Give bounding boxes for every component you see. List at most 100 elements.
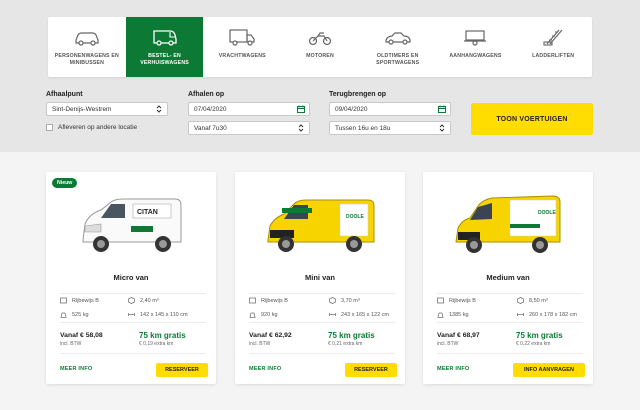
spec-volume: 2,40 m³	[128, 297, 159, 304]
category-trucks[interactable]: VRACHTWAGENS	[203, 17, 281, 77]
request-info-button[interactable]: INFO AANVRAGEN	[513, 363, 585, 377]
price: Vanaf € 58,08	[60, 332, 103, 339]
pickup-date-value: 07/04/2020	[194, 106, 227, 113]
pickup-location-label: Afhaalpunt	[46, 91, 83, 98]
spec-license-value: Rijbewijs B	[72, 297, 99, 304]
price: Vanaf € 62,92	[249, 332, 292, 339]
price: Vanaf € 68,97	[437, 332, 480, 339]
category-motorcycles[interactable]: MOTOREN	[281, 17, 359, 77]
price-note: incl. BTW	[437, 341, 459, 347]
car-icon	[75, 32, 99, 46]
truck-icon	[229, 29, 255, 46]
more-info-link[interactable]: MEER INFO	[437, 366, 469, 372]
pickup-location-value: Sint-Denijs-Westrem	[52, 106, 112, 113]
category-ladderlifts[interactable]: LADDERLIFTEN	[514, 17, 592, 77]
category-label: BESTEL- EN VERHUISWAGENS	[140, 53, 189, 66]
dimensions-icon	[517, 313, 524, 316]
category-vans[interactable]: BESTEL- EN VERHUISWAGENS	[125, 17, 204, 77]
motorcycle-icon	[308, 32, 332, 46]
reserve-button[interactable]: RESERVEER	[156, 363, 208, 377]
spec-dimensions-value: 243 x 165 x 122 cm	[341, 311, 390, 318]
spec-weight-value: 920 kg	[261, 311, 278, 318]
free-km: 75 km gratis	[516, 331, 563, 340]
price-note: incl. BTW	[60, 341, 82, 347]
pickup-date-field[interactable]: 07/04/2020	[188, 102, 310, 116]
van-icon	[152, 30, 177, 46]
ladderlift-icon	[543, 29, 563, 46]
spec-weight: 1385 kg	[437, 311, 469, 318]
spec-license: Rijbewijs B	[60, 297, 99, 304]
pickup-time-select[interactable]: Vanaf 7u30	[188, 121, 310, 135]
category-label: LADDERLIFTEN	[532, 53, 575, 59]
spec-volume-value: 3,70 m³	[341, 297, 360, 304]
more-info-link[interactable]: MEER INFO	[249, 366, 281, 372]
divider	[60, 353, 206, 354]
extra-km-price: € 0,19 extra km	[139, 341, 174, 347]
svg-text:CITAN: CITAN	[137, 209, 158, 216]
pickup-location-select[interactable]: Sint-Denijs-Westrem	[46, 102, 168, 116]
spec-dimensions-value: 260 x 178 x 182 cm	[529, 311, 578, 318]
vehicle-specs: Rijbewijs B 3,70 m³ 920 kg 243 x 165 x 1…	[249, 293, 395, 323]
vehicle-title: Mini van	[304, 273, 335, 282]
deliver-other-location-label: Afleveren op andere locatie	[58, 124, 138, 131]
category-label: OLDTIMERS EN SPORTWAGENS	[376, 53, 420, 66]
calendar-icon	[438, 105, 446, 113]
spec-weight: 920 kg	[249, 311, 278, 318]
extra-km-price: € 0,21 extra km	[328, 341, 363, 347]
spec-dimensions: 142 x 145 x 110 cm	[128, 311, 188, 318]
divider	[249, 353, 395, 354]
dimensions-icon	[128, 313, 135, 316]
chevron-updown-icon	[439, 124, 445, 132]
cube-icon	[517, 297, 524, 304]
category-trailers[interactable]: AANHANGWAGENS	[437, 17, 515, 77]
extra-km-price: € 0,22 extra km	[516, 341, 551, 347]
weight-icon	[249, 312, 256, 318]
medium-van-image: DOOLE	[455, 195, 561, 253]
pickup-date-label: Afhalen op	[188, 91, 225, 98]
category-label: VRACHTWAGENS	[218, 53, 266, 59]
spec-volume-value: 8,50 m³	[529, 297, 548, 304]
category-label: MOTOREN	[306, 53, 334, 59]
new-badge: Nieuw	[52, 178, 78, 188]
spec-volume: 8,50 m³	[517, 297, 548, 304]
micro-van-image: CITAN	[82, 198, 182, 252]
vehicle-card-mini-van: DOOLE Mini van Rijbewijs B 3,70 m³ 920 k…	[235, 172, 405, 384]
spec-weight-value: 1385 kg	[449, 311, 469, 318]
show-vehicles-button[interactable]: TOON VOERTUIGEN	[471, 103, 593, 135]
weight-icon	[60, 312, 67, 318]
category-cars[interactable]: PERSONENWAGENS EN MINIBUSSEN	[48, 17, 126, 77]
license-icon	[249, 297, 256, 304]
vehicle-title: Medium van	[486, 273, 530, 282]
spec-license: Rijbewijs B	[437, 297, 476, 304]
oldtimer-icon	[385, 32, 411, 45]
svg-text:DOOLE: DOOLE	[346, 214, 364, 220]
vehicle-specs: Rijbewijs B 8,50 m³ 1385 kg 260 x 178 x …	[437, 293, 583, 323]
spec-volume-value: 2,40 m³	[140, 297, 159, 304]
svg-text:DOOLE: DOOLE	[538, 210, 556, 216]
dimensions-icon	[329, 313, 336, 316]
return-time-value: Tussen 16u en 18u	[335, 125, 391, 132]
chevron-updown-icon	[298, 124, 304, 132]
weight-icon	[437, 312, 444, 318]
vehicle-title: Micro van	[113, 273, 149, 282]
spec-dimensions: 243 x 165 x 122 cm	[329, 311, 389, 318]
spec-license-value: Rijbewijs B	[449, 297, 476, 304]
spec-weight: 525 kg	[60, 311, 89, 318]
category-oldtimers[interactable]: OLDTIMERS EN SPORTWAGENS	[359, 17, 437, 77]
free-km: 75 km gratis	[328, 331, 375, 340]
return-date-field[interactable]: 09/04/2020	[329, 102, 451, 116]
more-info-link[interactable]: MEER INFO	[60, 366, 92, 372]
reserve-button[interactable]: RESERVEER	[345, 363, 397, 377]
category-label: AANHANGWAGENS	[449, 53, 502, 59]
spec-dimensions-value: 142 x 145 x 110 cm	[140, 311, 188, 318]
chevron-updown-icon	[156, 105, 162, 113]
free-km: 75 km gratis	[139, 331, 186, 340]
return-time-select[interactable]: Tussen 16u en 18u	[329, 121, 451, 135]
spec-license: Rijbewijs B	[249, 297, 288, 304]
cube-icon	[329, 297, 336, 304]
license-icon	[60, 297, 67, 304]
vehicle-specs: Rijbewijs B 2,40 m³ 525 kg 142 x 145 x 1…	[60, 293, 206, 323]
deliver-other-location-checkbox[interactable]	[46, 124, 53, 131]
calendar-icon	[297, 105, 305, 113]
mini-van-image: DOOLE	[267, 199, 375, 252]
